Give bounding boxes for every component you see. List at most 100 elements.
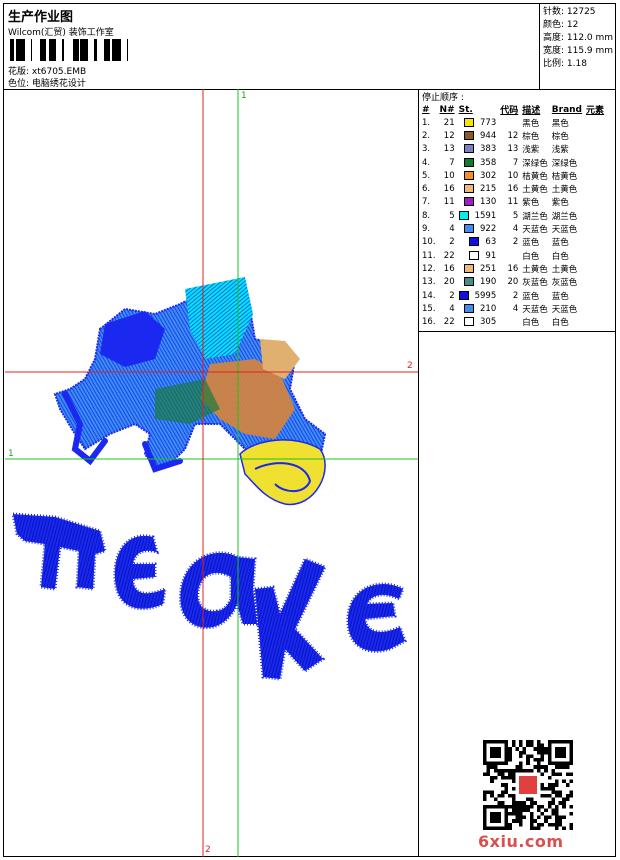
- row-stitches: 91: [457, 249, 499, 262]
- col-header-stitches: St.: [458, 104, 473, 115]
- row-description: 蓝色: [522, 238, 540, 249]
- row-stitches: 922: [457, 222, 499, 235]
- row-brand: 湖兰色: [551, 211, 578, 222]
- color-swatch: [464, 144, 475, 154]
- color-swatch: [464, 157, 475, 167]
- stitch-count-value: 1591: [474, 210, 497, 221]
- row-stitches: 215: [457, 182, 499, 195]
- stitch-count-value: 251: [480, 263, 497, 274]
- row-description: 白色: [522, 318, 540, 329]
- table-row: 1. 21 773 黑色 黑色: [420, 116, 606, 129]
- row-description: 灰蓝色: [522, 278, 548, 289]
- row-element: [584, 209, 606, 222]
- table-divider-h: [418, 331, 615, 332]
- design-ratio: 比例: 1.18: [543, 59, 587, 69]
- row-brand: 白色: [551, 251, 569, 262]
- color-swatch: [464, 224, 475, 234]
- row-element: [584, 315, 606, 328]
- row-index: 8.: [422, 210, 431, 221]
- table-row: 5. 10 302 10 桔黄色 桔黄色: [420, 169, 606, 182]
- row-index: 9.: [422, 224, 431, 235]
- row-element: [584, 289, 606, 302]
- table-row: 6. 16 215 16 土黄色 土黄色: [420, 182, 606, 195]
- row-description: 土黄色: [522, 264, 548, 275]
- row-element: [584, 129, 606, 142]
- color-swatch: [464, 170, 475, 180]
- page-title: 生产作业图: [8, 10, 74, 25]
- row-stitches: 773: [457, 116, 499, 129]
- table-row: 2. 12 944 12 棕色 棕色: [420, 129, 606, 142]
- row-brand: 蓝色: [551, 238, 569, 249]
- row-number: 4: [449, 224, 455, 235]
- header-divider-v: [539, 4, 540, 89]
- row-index: 10.: [422, 237, 436, 248]
- table-row: 9. 4 922 4 天蓝色 天蓝色: [420, 222, 606, 235]
- row-code: [498, 315, 520, 328]
- row-element: [584, 169, 606, 182]
- guide-label-v2: 2: [205, 845, 211, 855]
- row-code: 10: [507, 170, 519, 181]
- col-header-code: 代码: [500, 106, 519, 116]
- row-description: 土黄色: [522, 185, 548, 196]
- row-index: 1.: [422, 117, 431, 128]
- design-width: 宽度: 115.9 mm: [543, 46, 614, 56]
- row-brand: 桔黄色: [551, 171, 578, 182]
- row-number: 2: [449, 237, 455, 248]
- table-row: 16. 22 305 白色 白色: [420, 315, 606, 328]
- row-index: 12.: [422, 263, 436, 274]
- qr-code-icon: [483, 740, 573, 830]
- color-swatch: [464, 130, 475, 140]
- row-brand: 土黄色: [551, 264, 578, 275]
- row-code: 2: [512, 290, 519, 301]
- row-index: 15.: [422, 303, 436, 314]
- main-divider-v: [418, 89, 419, 856]
- guide-label-h2: 2: [407, 361, 413, 371]
- row-description: 天蓝色: [522, 225, 548, 236]
- row-index: 2.: [422, 130, 431, 141]
- row-number: 12: [443, 130, 455, 141]
- col-header-description: 描述: [522, 106, 541, 116]
- design-height: 高度: 112.0 mm: [543, 33, 614, 43]
- row-description: 深绿色: [522, 158, 548, 169]
- barcode-icon: [10, 39, 128, 61]
- row-brand: 蓝色: [551, 291, 569, 302]
- row-brand: 天蓝色: [551, 225, 578, 236]
- row-code: [498, 249, 520, 262]
- row-code: 7: [512, 157, 519, 168]
- row-code: 2: [512, 237, 519, 248]
- row-element: [584, 116, 606, 129]
- stitch-count-value: 63: [485, 237, 497, 248]
- row-number: 21: [443, 117, 455, 128]
- row-element: [584, 249, 606, 262]
- stitch-count-value: 210: [480, 303, 497, 314]
- color-sequence-table: # N# St. 代码 描述 Brand 元素 1. 21 773 黑色 黑色 2. 12 9…: [420, 103, 606, 329]
- row-stitches: 358: [457, 156, 499, 169]
- row-element: [584, 276, 606, 289]
- table-row: 10. 2 63 2 蓝色 蓝色: [420, 236, 606, 249]
- table-row: 12. 16 251 16 土黄色 土黄色: [420, 262, 606, 275]
- row-code: 4: [512, 224, 519, 235]
- table-row: 7. 11 130 11 紫色 紫色: [420, 196, 606, 209]
- row-number: 7: [449, 157, 455, 168]
- row-number: 22: [443, 250, 455, 261]
- row-brand: 浅紫: [551, 145, 569, 156]
- row-stitches: 1591: [457, 209, 499, 222]
- row-brand: 棕色: [551, 131, 569, 142]
- row-code: [498, 116, 520, 129]
- col-header-element: 元素: [586, 106, 605, 116]
- col-header-index: #: [422, 104, 430, 115]
- row-stitches: 251: [457, 262, 499, 275]
- row-description: 白色: [522, 251, 540, 262]
- row-index: 6.: [422, 184, 431, 195]
- color-swatch: [464, 303, 475, 313]
- row-stitches: 5995: [457, 289, 499, 302]
- stop-sequence-label: 停止顺序 :: [422, 93, 464, 103]
- row-number: 13: [443, 144, 455, 155]
- stitch-count-value: 383: [480, 144, 497, 155]
- table-row: 15. 4 210 4 天蓝色 天蓝色: [420, 302, 606, 315]
- table-row: 13. 20 190 20 灰蓝色 灰蓝色: [420, 276, 606, 289]
- row-code: 20: [507, 277, 519, 288]
- guide-label-h1: 1: [8, 449, 14, 459]
- stitch-count-value: 302: [480, 170, 497, 181]
- design-stats: 针数: 12725 颜色: 12 高度: 112.0 mm 宽度: 115.9 …: [543, 6, 613, 71]
